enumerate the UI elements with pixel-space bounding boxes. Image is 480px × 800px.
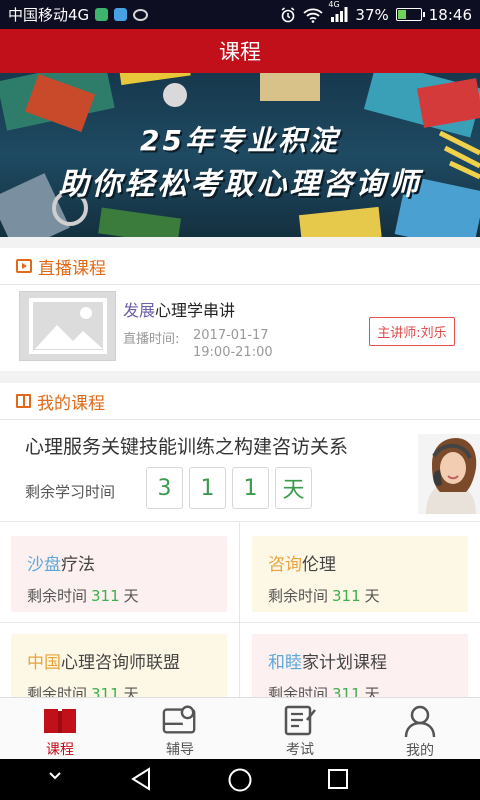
grid-divider [239,522,240,622]
nav-tab-label: 考试 [286,742,314,758]
carrier-label: 中国移动4G [8,6,90,24]
remaining-time-label: 剩余学习时间 [25,483,116,501]
nav-tab-courses[interactable]: 课程 [0,698,120,759]
teacher-tag[interactable]: 主讲师:刘乐 [369,317,455,346]
network-type-badge: 4G [328,0,340,9]
battery-percent: 37% [355,5,389,24]
remaining-digit: 1 [189,467,226,509]
wifi-icon [303,8,324,23]
live-course-section: 直播课程 发展心理学串讲 直播时间: 2017-01-17 19:00-21:0… [0,248,480,371]
course-card-title: 和睦家计划课程 [268,653,387,673]
app-notification-icon [114,8,128,21]
banner-headline: 25年专业积淀 [140,124,340,157]
image-placeholder-icon [28,298,107,354]
live-course-title: 发展心理学串讲 [123,301,236,320]
exam-icon [282,704,318,736]
featured-course-title: 心理服务关键技能训练之构建咨访关系 [25,436,349,458]
grid-divider [239,623,240,697]
home-icon[interactable] [227,767,253,793]
remaining-unit: 天 [275,467,312,509]
live-time-label: 直播时间: [123,332,180,347]
system-navigation-bar [0,759,480,800]
course-card-title: 咨询伦理 [268,555,336,575]
clock: 18:46 [428,5,472,24]
book-open-icon [42,704,78,736]
back-icon[interactable] [130,767,152,791]
course-card[interactable]: 和睦家计划课程 剩余时间 311 天 [252,634,468,697]
bottom-navigation: 课程 辅导 考试 我的 [0,697,480,759]
remaining-digit: 3 [146,467,183,509]
recent-apps-icon[interactable] [327,768,349,790]
nav-tab-label: 辅导 [166,742,194,758]
chevron-down-icon[interactable] [48,771,62,781]
course-grid-row: 中国心理咨询师联盟 剩余时间 311 天 和睦家计划课程 剩余时间 311 天 [0,623,480,697]
course-thumbnail [19,291,116,361]
my-section-header: 我的课程 [0,383,480,420]
nav-tab-profile[interactable]: 我的 [360,698,480,759]
book-icon [16,394,31,408]
banner-subheadline: 助你轻松考取心理咨询师 [58,167,422,202]
instructor-avatar [418,434,480,514]
status-bar: 中国移动4G 4G 37% 18:46 [0,0,480,29]
app-notification-icon [95,8,109,21]
course-card-remaining: 剩余时间 311 天 [268,685,380,697]
course-card[interactable]: 咨询伦理 剩余时间 311 天 [252,536,468,612]
alarm-icon [281,6,295,22]
course-card[interactable]: 沙盘疗法 剩余时间 311 天 [11,536,227,612]
page-title: 课程 [219,40,261,64]
tutoring-icon [162,704,198,736]
profile-icon [402,704,438,737]
course-card-remaining: 剩余时间 311 天 [268,587,380,605]
featured-course[interactable]: 心理服务关键技能训练之构建咨访关系 剩余学习时间 3 1 1 天 [0,420,480,522]
course-card-title: 中国心理咨询师联盟 [27,653,180,673]
promo-banner[interactable]: 25年专业积淀 助你轻松考取心理咨询师 [0,73,480,237]
play-icon [16,259,32,273]
my-course-section: 我的课程 心理服务关键技能训练之构建咨访关系 剩余学习时间 3 1 1 天 沙盘… [0,383,480,697]
nav-tab-label: 我的 [406,743,434,759]
course-grid-row: 沙盘疗法 剩余时间 311 天 咨询伦理 剩余时间 311 天 [0,522,480,622]
live-hours: 19:00-21:00 [193,345,273,360]
course-card[interactable]: 中国心理咨询师联盟 剩余时间 311 天 [11,634,227,697]
nav-tab-tutoring[interactable]: 辅导 [120,698,240,759]
course-card-remaining: 剩余时间 311 天 [27,587,139,605]
live-section-header: 直播课程 [0,248,480,285]
course-card-title: 沙盘疗法 [27,555,95,575]
live-section-title: 直播课程 [38,258,106,279]
live-date: 2017-01-17 [193,328,269,343]
live-course-item[interactable]: 发展心理学串讲 直播时间: 2017-01-17 19:00-21:00 主讲师… [0,285,480,370]
remaining-digit: 1 [232,467,269,509]
nav-tab-label: 课程 [46,742,74,758]
battery-icon [395,8,425,21]
app-title-bar: 课程 [0,29,480,73]
my-section-title: 我的课程 [37,393,105,414]
nav-tab-exam[interactable]: 考试 [240,698,360,759]
wechat-icon [133,8,149,21]
signal-icon [331,7,348,22]
course-card-remaining: 剩余时间 311 天 [27,685,139,697]
